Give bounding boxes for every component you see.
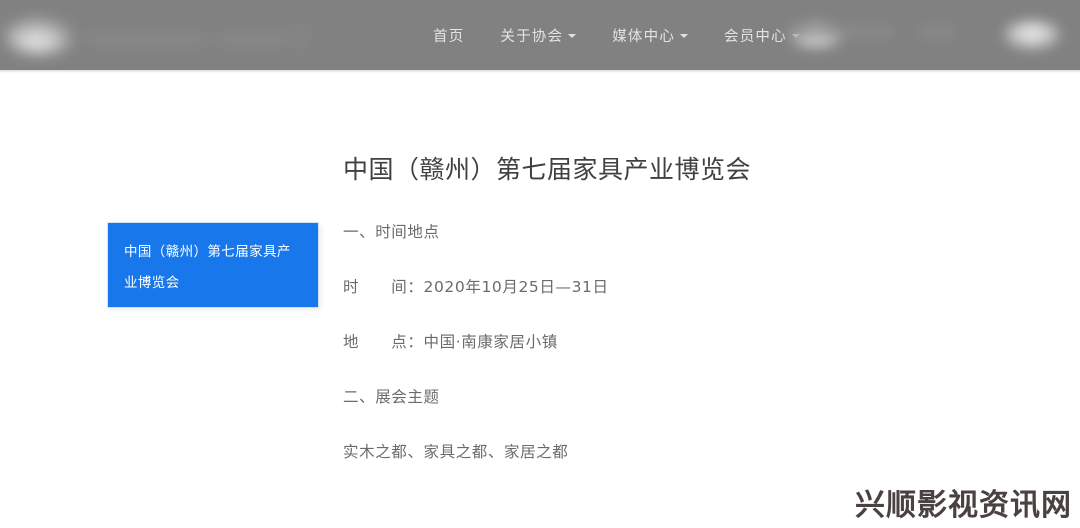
- article-body: 一、时间地点 时 间：2020年10月25日—31日 地 点：中国·南康家居小镇…: [343, 213, 983, 473]
- watermark: 兴顺影视资讯网: [855, 488, 1072, 523]
- logo-divider: [300, 22, 304, 52]
- chevron-down-icon: [568, 34, 577, 38]
- nav-item-home-label: 首页: [433, 28, 465, 45]
- nav-item-home[interactable]: 首页: [415, 0, 482, 70]
- header-blurred-item-2[interactable]: [915, 0, 955, 70]
- main-content: 中国（赣州）第七届家具产业博览会 中国（赣州）第七届家具产业博览会 一、时间地点…: [0, 73, 1080, 528]
- logo-text-blur-1: [86, 34, 208, 45]
- nav-item-media-center-label: 媒体中心: [612, 28, 676, 45]
- nav-item-media-center[interactable]: 媒体中心: [594, 0, 706, 70]
- logo-text-blur-2: [216, 34, 290, 45]
- nav-item-member-center-label: 会员中心: [724, 28, 787, 45]
- article-line-section-2: 二、展会主题: [343, 388, 440, 406]
- sidebar-card-current-article[interactable]: 中国（赣州）第七届家具产业博览会: [108, 223, 318, 307]
- nav-item-about[interactable]: 关于协会: [482, 0, 594, 70]
- logo-mark-icon: [4, 16, 76, 54]
- article-line-location: 地 点：中国·南康家居小镇: [343, 333, 558, 351]
- site-header: 首页 关于协会 媒体中心 会员中心: [0, 0, 1080, 70]
- header-blurred-item-2-text: [919, 26, 955, 38]
- header-blurred-item-3[interactable]: [985, 0, 1075, 70]
- article: 中国（赣州）第七届家具产业博览会 一、时间地点 时 间：2020年10月25日—…: [343, 153, 983, 488]
- article-line-time: 时 间：2020年10月25日—31日: [343, 278, 609, 296]
- site-logo[interactable]: [0, 6, 312, 64]
- article-line-theme: 实木之都、家具之都、家居之都: [343, 443, 569, 461]
- nav-item-about-label: 关于协会: [500, 28, 564, 45]
- header-blurred-item-1-text: [786, 26, 894, 38]
- sidebar-card-title: 中国（赣州）第七届家具产业博览会: [124, 244, 291, 291]
- chevron-down-icon: [680, 34, 689, 38]
- header-blurred-item-1[interactable]: [782, 0, 902, 70]
- main-navigation: 首页 关于协会 媒体中心 会员中心: [415, 0, 818, 70]
- page-root: 首页 关于协会 媒体中心 会员中心 中国（赣州）第七届家具产业博览会 中国（赣州…: [0, 0, 1080, 528]
- header-blurred-item-3-icon: [1003, 20, 1061, 50]
- page-title: 中国（赣州）第七届家具产业博览会: [343, 155, 752, 184]
- article-line-section-1: 一、时间地点: [343, 223, 440, 241]
